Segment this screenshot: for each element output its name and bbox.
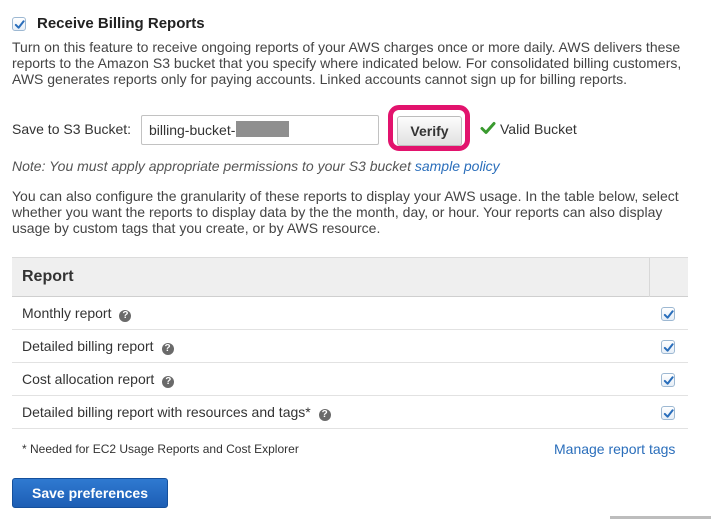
checkmark-icon [663, 309, 674, 319]
report-label-monthly: Monthly report [22, 305, 112, 321]
receive-billing-reports-checkbox[interactable] [12, 17, 26, 31]
verify-button[interactable]: Verify [397, 116, 462, 146]
billing-description: Turn on this feature to receive ongoing … [12, 39, 682, 87]
redacted-bucket-suffix [236, 121, 289, 137]
cost-allocation-report-checkbox[interactable] [661, 373, 675, 387]
help-icon[interactable]: ? [318, 409, 331, 421]
checkmark-icon [663, 342, 674, 352]
report-label-detailed-resources-tags: Detailed billing report with resources a… [22, 404, 311, 420]
table-header-report: Report [22, 268, 74, 285]
report-label-cost-allocation: Cost allocation report [22, 371, 155, 387]
valid-check-icon [480, 122, 496, 134]
monthly-report-checkbox[interactable] [661, 307, 675, 321]
help-icon[interactable]: ? [162, 376, 175, 388]
permissions-note: Note: You must apply appropriate permiss… [12, 158, 500, 174]
sample-policy-link[interactable]: sample policy [415, 158, 500, 174]
report-label-detailed-billing: Detailed billing report [22, 338, 154, 354]
bucket-status-text: Valid Bucket [500, 121, 577, 137]
detailed-billing-report-checkbox[interactable] [661, 340, 675, 354]
s3-bucket-label: Save to S3 Bucket: [12, 121, 132, 137]
footnote: * Needed for EC2 Usage Reports and Cost … [22, 442, 299, 456]
header-divider [649, 258, 650, 297]
table-header-row: Report [12, 257, 688, 297]
table-row: Detailed billing report? [12, 330, 688, 363]
help-icon[interactable]: ? [119, 310, 132, 322]
granularity-description: You can also configure the granularity o… [12, 188, 679, 236]
report-table: Report Monthly report? Detailed billing … [12, 257, 688, 429]
checkmark-icon [663, 408, 674, 418]
table-row: Monthly report? [12, 297, 688, 330]
checkmark-icon [663, 375, 674, 385]
note-text: Note: You must apply appropriate permiss… [12, 158, 415, 174]
section-title: Receive Billing Reports [37, 15, 205, 32]
save-preferences-button[interactable]: Save preferences [12, 478, 168, 508]
manage-report-tags-link[interactable]: Manage report tags [554, 441, 675, 457]
table-row: Detailed billing report with resources a… [12, 396, 688, 429]
help-icon[interactable]: ? [161, 343, 174, 355]
table-row: Cost allocation report? [12, 363, 688, 396]
detailed-resources-tags-checkbox[interactable] [661, 406, 675, 420]
checkmark-icon [14, 19, 25, 29]
